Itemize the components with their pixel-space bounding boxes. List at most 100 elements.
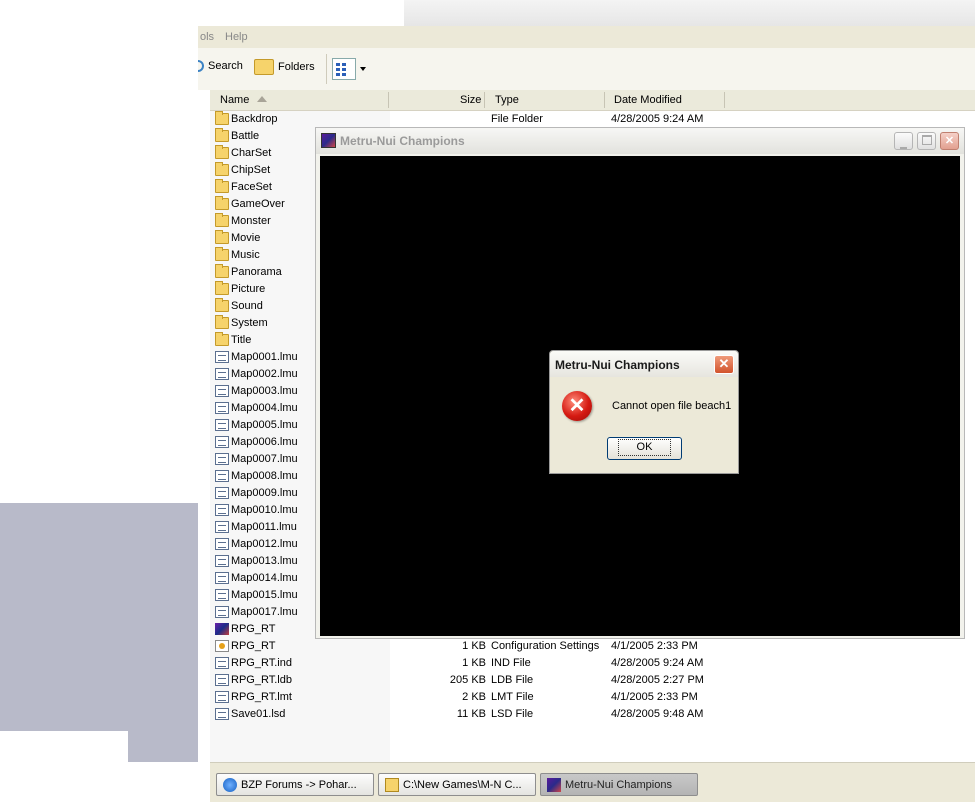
- views-button[interactable]: [332, 58, 356, 80]
- file-name: Map0014.lmu: [231, 572, 298, 584]
- file-icon: [215, 708, 229, 720]
- file-name: Map0002.lmu: [231, 368, 298, 380]
- column-name-header[interactable]: Name: [220, 94, 268, 106]
- file-icon: [215, 538, 229, 550]
- column-size-header[interactable]: Size: [460, 94, 481, 106]
- file-size: 1 KB: [462, 657, 486, 669]
- file-date: 4/28/2005 9:24 AM: [611, 113, 704, 125]
- ok-label: OK: [617, 439, 672, 456]
- folder-icon: [215, 298, 229, 312]
- taskbar-label: C:\New Games\M-N C...: [403, 778, 522, 791]
- file-icon: [215, 385, 229, 397]
- file-icon: [215, 368, 229, 380]
- file-name: Map0012.lmu: [231, 538, 298, 550]
- menu-help[interactable]: Help: [225, 31, 248, 43]
- error-dialog: Metru-Nui Champions ✕ ✕ Cannot open file…: [549, 350, 739, 474]
- file-type: Configuration Settings: [491, 640, 600, 652]
- folder-icon: [215, 196, 229, 210]
- folders-button[interactable]: Folders: [254, 59, 315, 75]
- file-name: GameOver: [231, 198, 285, 210]
- file-name: Backdrop: [231, 113, 278, 125]
- file-name: Map0007.lmu: [231, 453, 298, 465]
- file-name: Map0015.lmu: [231, 589, 298, 601]
- file-icon: [215, 555, 229, 567]
- folder-icon: [215, 145, 229, 159]
- column-date-header[interactable]: Date Modified: [614, 94, 682, 106]
- file-size: 1 KB: [462, 640, 486, 652]
- file-name: System: [231, 317, 268, 329]
- file-name: Sound: [231, 300, 263, 312]
- folders-icon: [254, 59, 274, 75]
- folder-icon: [215, 230, 229, 244]
- app-icon: [215, 623, 229, 635]
- desktop-background-bottom: [0, 762, 210, 801]
- taskbar: BZP Forums -> Pohar... C:\New Games\M-N …: [210, 762, 975, 802]
- folder-icon: [215, 162, 229, 176]
- column-divider[interactable]: [604, 92, 605, 108]
- folder-icon: [215, 332, 229, 346]
- ok-button[interactable]: OK: [607, 437, 682, 460]
- dialog-close-button[interactable]: ✕: [714, 355, 734, 374]
- file-icon: [215, 691, 229, 703]
- file-name: Map0010.lmu: [231, 504, 298, 516]
- file-icon: [215, 436, 229, 448]
- views-dropdown-arrow-icon[interactable]: [360, 67, 366, 71]
- file-name: Map0004.lmu: [231, 402, 298, 414]
- column-divider[interactable]: [484, 92, 485, 108]
- file-icon: [215, 572, 229, 584]
- toolbar-separator: [326, 54, 327, 84]
- minimize-button[interactable]: [894, 132, 913, 150]
- game-window-title-bar[interactable]: Metru-Nui Champions ✕: [316, 128, 964, 154]
- file-type: File Folder: [491, 113, 543, 125]
- file-icon: [215, 674, 229, 686]
- taskbar-button-game[interactable]: Metru-Nui Champions: [540, 773, 698, 796]
- file-date: 4/28/2005 9:48 AM: [611, 708, 704, 720]
- file-row[interactable]: Save01.lsd 11 KB LSD File 4/28/2005 9:48 AM: [210, 706, 975, 723]
- file-row[interactable]: RPG_RT.ldb 205 KB LDB File 4/28/2005 2:27 P…: [210, 672, 975, 689]
- file-row[interactable]: Backdrop File Folder 4/28/2005 9:24 AM: [210, 111, 975, 128]
- file-name: Save01.lsd: [231, 708, 286, 720]
- views-grid-icon: [336, 63, 346, 76]
- close-icon: ✕: [944, 135, 955, 147]
- maximize-icon: [921, 135, 932, 145]
- folder-icon: [215, 315, 229, 329]
- file-row[interactable]: RPG_RT.ind 1 KB IND File 4/28/2005 9:24 AM: [210, 655, 975, 672]
- folder-icon: [215, 128, 229, 142]
- folders-label: Folders: [278, 61, 315, 73]
- file-name: Map0005.lmu: [231, 419, 298, 431]
- file-size: 2 KB: [462, 691, 486, 703]
- search-button[interactable]: Search: [198, 60, 243, 72]
- folder-icon: [215, 179, 229, 193]
- explorer-title-bar[interactable]: [404, 0, 975, 27]
- file-name: RPG_RT: [231, 640, 276, 652]
- explorer-menu-bar: ols Help: [198, 26, 975, 48]
- dialog-title: Metru-Nui Champions: [555, 358, 680, 372]
- folder-icon: [215, 281, 229, 295]
- taskbar-label: Metru-Nui Champions: [565, 778, 672, 791]
- folder-icon: [215, 264, 229, 278]
- close-button[interactable]: ✕: [940, 132, 959, 150]
- file-icon: [215, 351, 229, 363]
- dialog-title-bar[interactable]: Metru-Nui Champions ✕: [550, 351, 738, 377]
- file-type: LMT File: [491, 691, 534, 703]
- file-row[interactable]: RPG_RT.lmt 2 KB LMT File 4/1/2005 2:33 PM: [210, 689, 975, 706]
- column-type-header[interactable]: Type: [495, 94, 519, 106]
- column-divider[interactable]: [724, 92, 725, 108]
- explorer-toolbar: Search Folders: [198, 48, 975, 91]
- file-name: Title: [231, 334, 252, 346]
- column-divider[interactable]: [388, 92, 389, 108]
- minimize-icon: [900, 147, 907, 149]
- file-name: Picture: [231, 283, 266, 295]
- column-size-label: Size: [460, 94, 482, 106]
- game-app-icon: [321, 133, 336, 148]
- file-icon: [215, 521, 229, 533]
- menu-tools[interactable]: ols: [200, 31, 214, 43]
- file-row[interactable]: RPG_RT 1 KB Configuration Settings 4/1/2005…: [210, 638, 975, 655]
- file-size: 11 KB: [456, 708, 486, 720]
- file-name: Map0017.lmu: [231, 606, 298, 618]
- taskbar-button-browser[interactable]: BZP Forums -> Pohar...: [216, 773, 374, 796]
- file-type: IND File: [491, 657, 531, 669]
- taskbar-button-explorer[interactable]: C:\New Games\M-N C...: [378, 773, 536, 796]
- maximize-button[interactable]: [917, 132, 936, 150]
- folder-icon: [215, 247, 229, 261]
